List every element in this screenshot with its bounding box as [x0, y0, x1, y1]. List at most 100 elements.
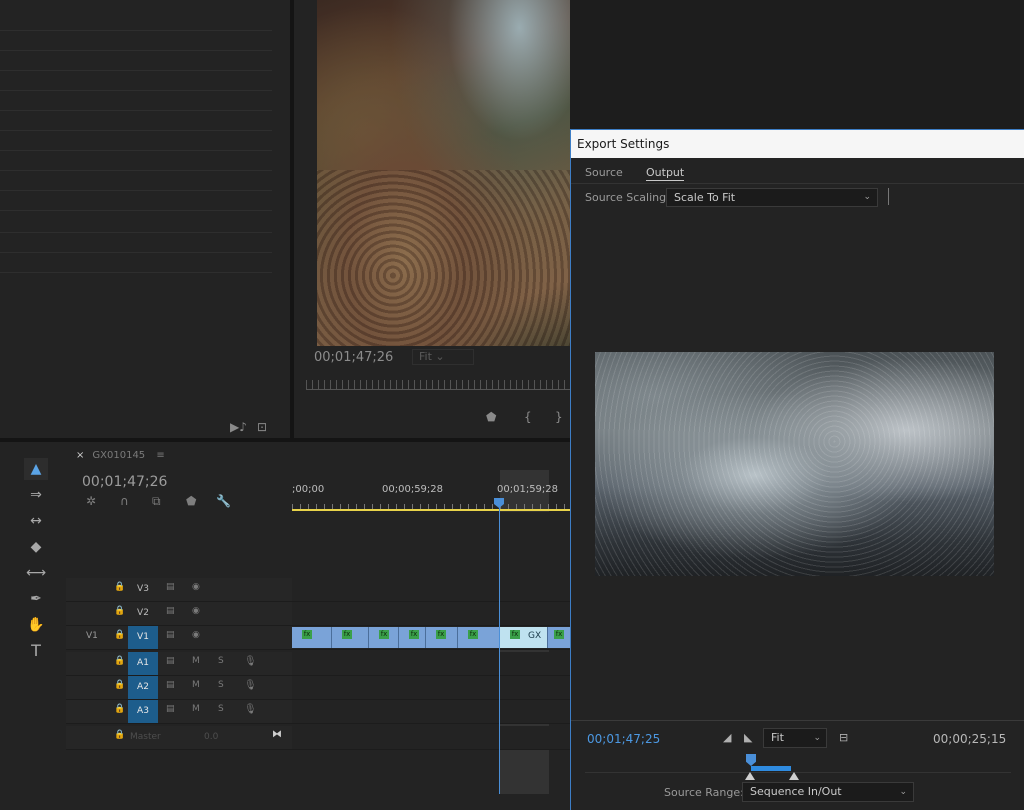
source-range-bar[interactable] [751, 766, 791, 771]
mark-out-button[interactable]: } [555, 410, 563, 424]
video-clip[interactable]: fx [399, 627, 426, 648]
microphone-icon[interactable]: 🎙 [244, 704, 257, 715]
lock-icon[interactable]: 🔒 [114, 730, 125, 740]
track-lane-a3[interactable] [292, 700, 570, 724]
track-name[interactable]: A3 [128, 700, 158, 723]
master-volume-value[interactable]: 0.0 [204, 732, 218, 742]
wrench-icon[interactable]: 🔧 [216, 494, 231, 508]
sync-lock-icon[interactable]: ▤ [166, 656, 175, 666]
video-clip[interactable]: fx [332, 627, 369, 648]
panel-resize-handle[interactable] [888, 188, 889, 205]
mute-button[interactable]: M [192, 704, 200, 714]
source-range-select[interactable]: Sequence In/Out ⌄ [742, 782, 914, 802]
track-header-v1[interactable]: V1 🔒 V1 ▤ ◉ [66, 626, 292, 650]
export-playhead[interactable] [746, 754, 756, 766]
program-timecode[interactable]: 00;01;47;26 [314, 350, 393, 365]
dialog-titlebar[interactable]: Export Settings [571, 130, 1024, 158]
lock-icon[interactable]: 🔒 [114, 704, 125, 714]
hand-icon[interactable]: ✋ [24, 614, 48, 636]
sync-lock-icon[interactable]: ▤ [166, 582, 175, 592]
razor-icon[interactable]: ◆ [24, 536, 48, 558]
type-icon[interactable]: T [24, 640, 48, 662]
timeline-timecode[interactable]: 00;01;47;26 [82, 474, 167, 490]
track-name[interactable]: A2 [128, 676, 158, 699]
sync-lock-icon[interactable]: ▤ [166, 704, 175, 714]
video-clip-selected[interactable]: fx GX [500, 627, 548, 648]
track-name[interactable]: V3 [128, 578, 158, 601]
eye-icon[interactable]: ◉ [192, 582, 200, 592]
lock-icon[interactable]: 🔒 [114, 582, 125, 592]
work-area-bar[interactable] [292, 509, 570, 511]
track-lane-a1[interactable] [292, 652, 570, 676]
new-bin-icon[interactable]: ⊡ [257, 420, 267, 434]
add-marker-icon[interactable]: ⬟ [186, 494, 196, 508]
aspect-ratio-icon[interactable]: ⊟ [839, 731, 848, 744]
set-in-point-icon[interactable]: ◢ [723, 731, 731, 744]
source-scaling-select[interactable]: Scale To Fit ⌄ [666, 188, 878, 207]
linked-selection-icon[interactable]: ⧉ [152, 494, 161, 509]
track-header-a3[interactable]: 🔒 A3 ▤ M S 🎙 [66, 700, 292, 724]
track-lane-a2[interactable] [292, 676, 570, 700]
lock-icon[interactable]: 🔒 [114, 656, 125, 666]
out-point-handle[interactable] [789, 772, 799, 780]
video-clip[interactable]: fx [548, 627, 570, 648]
solo-button[interactable]: S [218, 656, 224, 666]
eye-icon[interactable]: ◉ [192, 630, 200, 640]
pen-icon[interactable]: ✒ [24, 588, 48, 610]
zoom-fit-value: Fit [771, 731, 784, 744]
close-icon[interactable]: × [76, 450, 84, 461]
lock-icon[interactable]: 🔒 [114, 630, 125, 640]
video-clip[interactable]: fx [369, 627, 399, 648]
slip-icon[interactable]: ⟷ [24, 562, 48, 584]
solo-button[interactable]: S [218, 680, 224, 690]
automate-to-sequence-icon[interactable]: ▶♪ [230, 420, 247, 434]
list-divider [0, 50, 272, 51]
track-lane-v3[interactable] [292, 578, 570, 602]
program-zoom-select[interactable]: Fit ⌄ [412, 349, 474, 365]
lock-icon[interactable]: 🔒 [114, 680, 125, 690]
sync-lock-icon[interactable]: ▤ [166, 606, 175, 616]
panel-menu-icon[interactable]: ≡ [156, 450, 164, 461]
mute-button[interactable]: M [192, 656, 200, 666]
go-to-end-icon[interactable]: ⧓ [272, 729, 282, 740]
track-header-v3[interactable]: 🔒 V3 ▤ ◉ [66, 578, 292, 602]
track-header-v2[interactable]: 🔒 V2 ▤ ◉ [66, 602, 292, 626]
tab-output[interactable]: Output [646, 166, 685, 181]
zoom-fit-select[interactable]: Fit ⌄ [763, 728, 827, 748]
eye-icon[interactable]: ◉ [192, 606, 200, 616]
track-header-a2[interactable]: 🔒 A2 ▤ M S 🎙 [66, 676, 292, 700]
solo-button[interactable]: S [218, 704, 224, 714]
track-header-master[interactable]: 🔒 Master 0.0 ⧓ [66, 726, 292, 750]
video-clip[interactable]: fx [292, 627, 332, 648]
track-name[interactable]: A1 [128, 652, 158, 675]
in-point-handle[interactable] [745, 772, 755, 780]
tab-source[interactable]: Source [585, 166, 623, 179]
video-clip[interactable]: fx [426, 627, 458, 648]
track-select-icon[interactable]: ⇒ [24, 484, 48, 506]
list-divider [0, 30, 272, 31]
microphone-icon[interactable]: 🎙 [244, 680, 257, 691]
current-timecode[interactable]: 00;01;47;25 [587, 732, 660, 746]
mute-button[interactable]: M [192, 680, 200, 690]
nest-sequences-icon[interactable]: ✲ [86, 494, 96, 508]
source-patch-label[interactable]: V1 [86, 631, 98, 641]
track-lane-v2[interactable] [292, 602, 570, 626]
sync-lock-icon[interactable]: ▤ [166, 680, 175, 690]
track-name[interactable]: V1 [128, 626, 158, 649]
scrub-track[interactable] [585, 772, 1011, 773]
track-lane-v1[interactable]: fx fx fx fx fx fx fx GX fx [292, 626, 570, 650]
add-marker-icon[interactable]: ⬟ [486, 410, 496, 424]
video-clip[interactable]: fx [458, 627, 500, 648]
track-header-a1[interactable]: 🔒 A1 ▤ M S 🎙 [66, 652, 292, 676]
sequence-tab[interactable]: × GX010145 ≡ [76, 450, 165, 461]
track-name[interactable]: V2 [128, 602, 158, 625]
ripple-edit-icon[interactable]: ↔ [24, 510, 48, 532]
lock-icon[interactable]: 🔒 [114, 606, 125, 616]
set-out-point-icon[interactable]: ◣ [744, 731, 752, 744]
mark-in-button[interactable]: { [524, 410, 532, 424]
list-divider [0, 70, 272, 71]
snap-icon[interactable]: ∩ [120, 494, 129, 508]
sync-lock-icon[interactable]: ▤ [166, 630, 175, 640]
microphone-icon[interactable]: 🎙 [244, 656, 257, 667]
selection-icon[interactable]: ▲ [24, 458, 48, 480]
